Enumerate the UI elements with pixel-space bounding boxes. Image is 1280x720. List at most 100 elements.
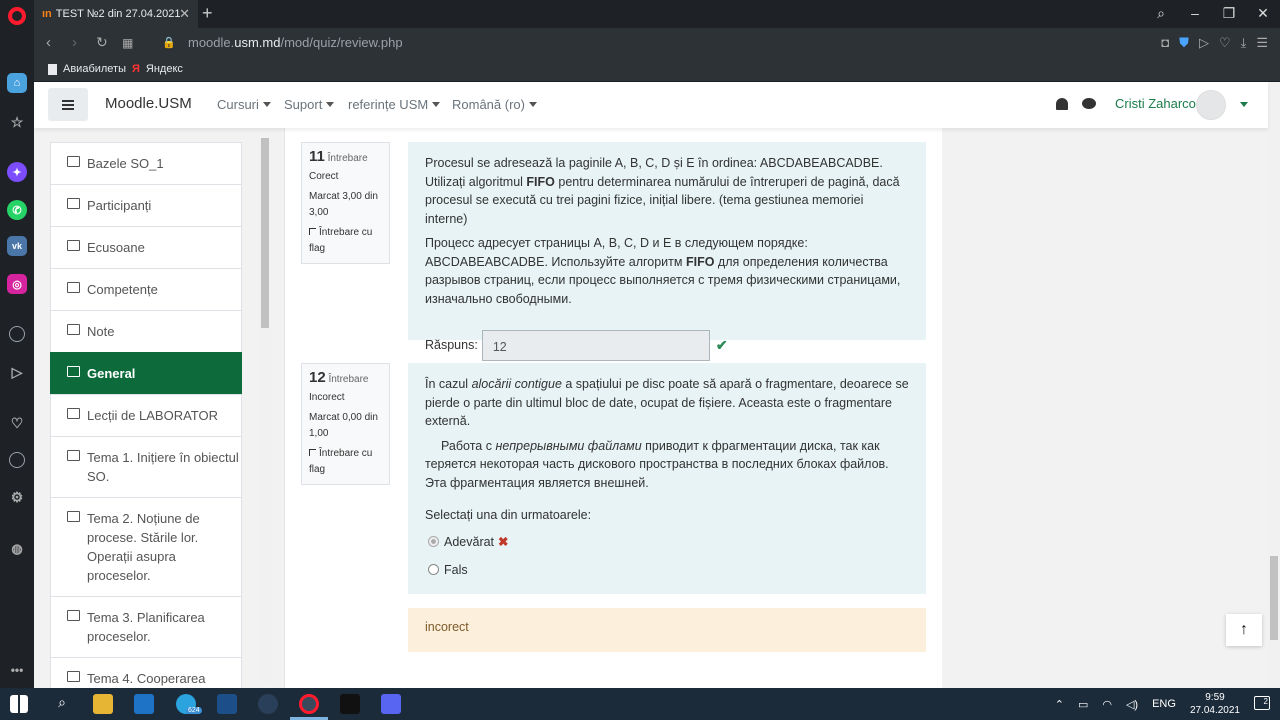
drawer-scrollbar-thumb[interactable]	[261, 138, 269, 328]
avatar[interactable]	[1196, 90, 1226, 120]
drawer-item-course[interactable]: Bazele SO_1	[50, 142, 242, 184]
opera-taskbar-icon[interactable]	[299, 694, 319, 714]
app-icon[interactable]	[217, 694, 237, 714]
url-field[interactable]: moodle.usm.md/mod/quiz/review.php	[188, 35, 403, 50]
drawer-item-tema-4[interactable]: Tema 4. Cooperarea proceselor.	[50, 657, 242, 688]
flag-question-link[interactable]: Întrebare cu flag	[309, 225, 382, 257]
flag-question-link[interactable]: Întrebare cu flag	[309, 446, 382, 478]
drawer-item-label: Tema 4. Cooperarea proceselor.	[87, 671, 206, 686]
drawer-item-competencies[interactable]: Competențe	[50, 268, 242, 310]
menu-label: referințe USM	[348, 97, 429, 112]
history-icon[interactable]	[9, 452, 25, 468]
menu-suport[interactable]: Suport	[284, 97, 335, 112]
vk-icon[interactable]: vk	[7, 236, 27, 256]
drawer-item-grades[interactable]: Note	[50, 310, 242, 352]
notifications-icon[interactable]: 2	[1254, 696, 1270, 710]
tips-bulb-icon[interactable]: ◍	[7, 539, 27, 559]
back-icon[interactable]: ‹	[46, 34, 51, 51]
player-icon[interactable]	[9, 326, 25, 342]
close-window-icon[interactable]: ✕	[1246, 0, 1280, 28]
drawer-item-label: Participanți	[87, 198, 152, 213]
user-menu-caret-icon[interactable]	[1240, 102, 1248, 107]
forward-icon[interactable]: ›	[72, 34, 77, 51]
back-to-top-button[interactable]: ↑	[1226, 614, 1262, 646]
lock-icon: 🔒	[162, 37, 176, 49]
drawer-toggle-button[interactable]	[48, 88, 88, 121]
drawer-item-participants[interactable]: Participanți	[50, 184, 242, 226]
bookmark-star-icon[interactable]: ☆	[7, 112, 27, 132]
option-adevarat[interactable]: Adevărat ✖	[428, 533, 909, 552]
new-tab-icon[interactable]: +	[202, 3, 213, 24]
question-text-ru: Процесс адресует страницы A, B, C, D и E…	[425, 234, 909, 308]
graduation-cap-icon	[67, 156, 80, 167]
folder-icon	[67, 671, 80, 682]
nav-drawer: Bazele SO_1 Participanți Ecusoane Compet…	[34, 128, 284, 688]
answer-field[interactable]: 12	[481, 330, 710, 361]
drawer-item-lab[interactable]: Lecții de LABORATOR	[50, 394, 242, 436]
messages-chat-icon[interactable]	[1082, 98, 1096, 109]
site-brand[interactable]: Moodle.USM	[105, 95, 192, 112]
radio-unselected[interactable]	[428, 564, 439, 575]
more-icon[interactable]: •••	[7, 660, 27, 680]
page-scrollbar-thumb[interactable]	[1270, 556, 1278, 640]
opera-logo-icon[interactable]	[8, 7, 26, 25]
heart-bookmark-icon[interactable]: ♡	[1219, 35, 1231, 51]
menu-referinte[interactable]: referințe USM	[348, 97, 441, 112]
drawer-item-tema-1[interactable]: Tema 1. Inițiere în obiectul SO.	[50, 436, 242, 497]
home-icon[interactable]: ⌂	[7, 73, 27, 93]
heart-icon[interactable]: ♡	[7, 413, 27, 433]
page-scrollbar[interactable]	[1268, 82, 1280, 688]
clock[interactable]: 9:59 27.04.2021	[1190, 691, 1240, 717]
snapshot-icon[interactable]: ◘	[1161, 35, 1169, 51]
drawer-item-tema-2[interactable]: Tema 2. Noțiune de procese. Stările lor.…	[50, 497, 242, 596]
discord-icon[interactable]	[381, 694, 401, 714]
messenger-icon[interactable]: ✦	[7, 162, 27, 182]
bookmark-label: Яндекс	[145, 63, 183, 75]
drawer-item-general[interactable]: General	[50, 352, 242, 394]
mail-icon[interactable]	[134, 694, 154, 714]
menu-cursuri[interactable]: Cursuri	[217, 97, 271, 112]
wifi-icon[interactable]: ◠	[1102, 698, 1112, 711]
bookmark-label: Авиабилеты	[63, 63, 127, 75]
bookmark-aviabilety[interactable]: Авиабилеты	[48, 63, 126, 75]
instagram-icon[interactable]: ◎	[7, 274, 27, 294]
radio-selected[interactable]	[428, 535, 439, 547]
search-icon[interactable]: ⌕	[52, 694, 72, 714]
windows-start-icon[interactable]	[10, 695, 28, 713]
option-fals[interactable]: Fals	[428, 561, 909, 580]
drawer-item-tema-3[interactable]: Tema 3. Planificarea proceselor.	[50, 596, 242, 657]
drawer-item-badges[interactable]: Ecusoane	[50, 226, 242, 268]
close-tab-icon[interactable]: ✕	[179, 6, 190, 22]
minimize-icon[interactable]: –	[1178, 0, 1212, 28]
settings-icon[interactable]: ⚙	[7, 487, 27, 507]
drawer-item-label: Tema 3. Planificarea proceselor.	[87, 610, 205, 644]
reload-icon[interactable]: ↻	[96, 34, 108, 51]
notifications-bell-icon[interactable]	[1056, 98, 1068, 110]
folder-icon	[67, 366, 80, 377]
send-to-flow-icon[interactable]: ▷	[1199, 35, 1209, 51]
telegram-badge: 624	[186, 707, 202, 714]
volume-icon[interactable]: ◁)	[1126, 698, 1138, 711]
epic-games-icon[interactable]	[340, 694, 360, 714]
easy-setup-icon[interactable]: ☰	[1256, 35, 1268, 51]
question-number: 12	[309, 369, 326, 386]
bookmark-yandex[interactable]: Я Яндекс	[132, 63, 183, 75]
browser-tab[interactable]: ın TEST №2 din 27.04.2021. Ti ✕	[34, 0, 198, 28]
steam-icon[interactable]	[258, 694, 278, 714]
tabs-overview-icon[interactable]: ▦	[122, 36, 133, 50]
tray-device-icon[interactable]: ▭	[1078, 698, 1088, 711]
user-name[interactable]: Cristi Zaharco	[1115, 96, 1196, 111]
answer-prompt: Selectați una din urmatoarele:	[425, 508, 592, 522]
vpn-shield-icon[interactable]: ⛊	[1179, 35, 1189, 51]
file-explorer-icon[interactable]	[93, 694, 113, 714]
search-tabs-icon[interactable]: ⌕	[1144, 0, 1178, 28]
drawer-scrollbar[interactable]	[259, 138, 271, 683]
restore-icon[interactable]: ❐	[1212, 0, 1246, 28]
tray-arrow-icon[interactable]: ⌃	[1055, 698, 1064, 711]
download-icon[interactable]: ⤓	[1241, 35, 1247, 51]
whatsapp-icon[interactable]: ✆	[7, 200, 27, 220]
language-indicator[interactable]: ENG	[1152, 698, 1176, 710]
send-icon[interactable]: ▷	[7, 362, 27, 382]
menu-language[interactable]: Română (ro)	[452, 97, 537, 112]
right-region	[942, 128, 1268, 688]
